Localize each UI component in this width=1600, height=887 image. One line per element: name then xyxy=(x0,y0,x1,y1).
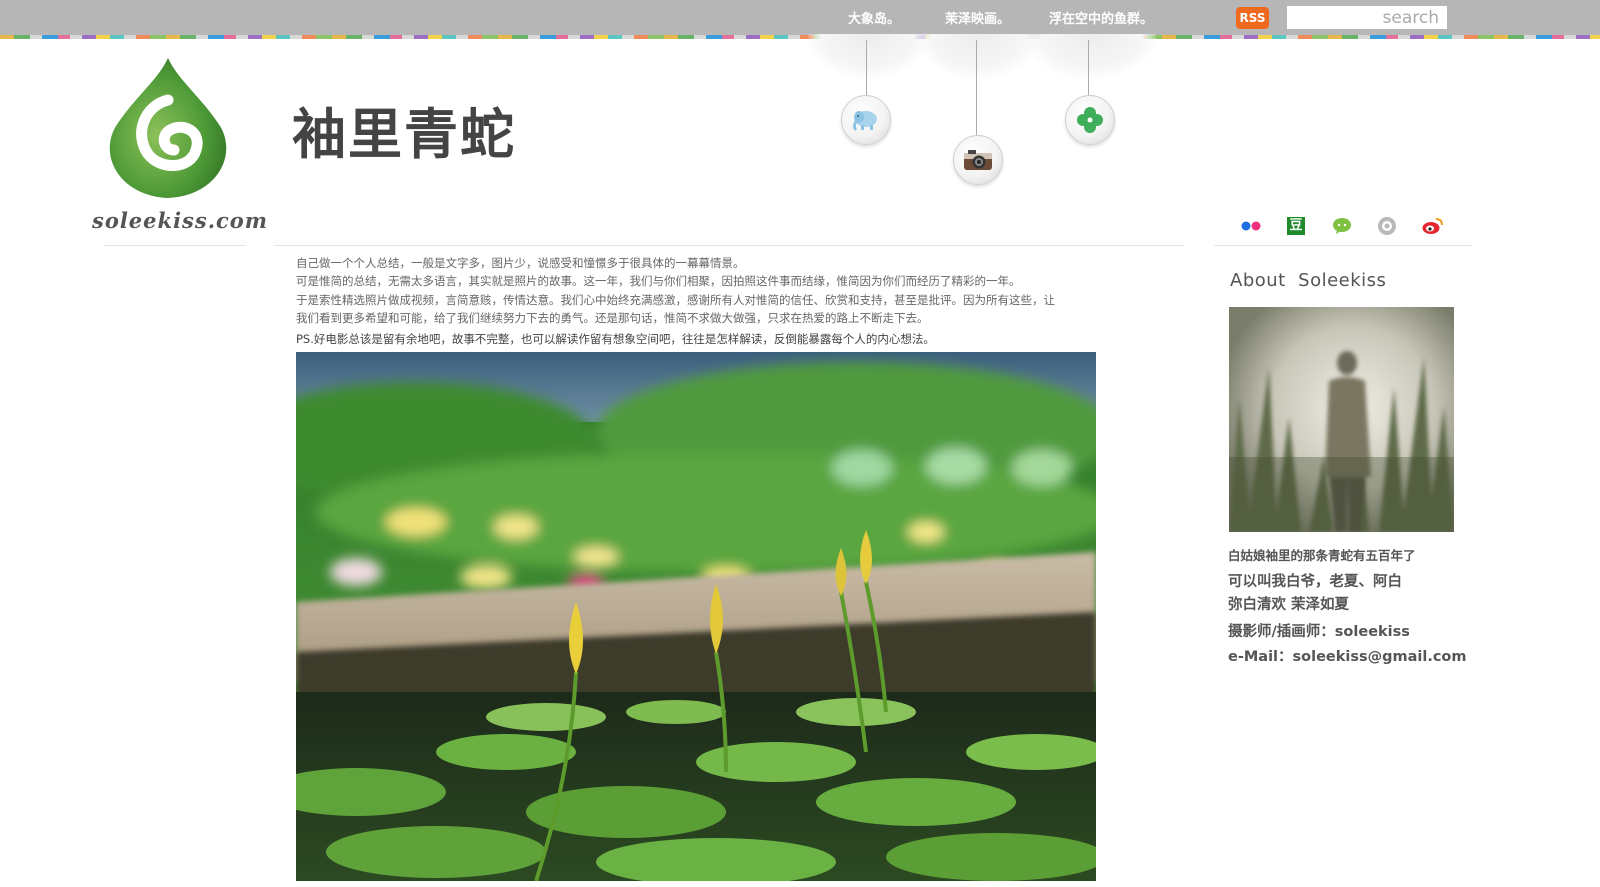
elephant-icon[interactable] xyxy=(841,95,891,145)
search-input[interactable] xyxy=(1287,6,1447,29)
nav-link-moze-film[interactable]: 茉泽映画。 xyxy=(945,0,1010,36)
divider xyxy=(1214,245,1472,246)
camera-icon[interactable] xyxy=(953,135,1003,185)
hanging-string xyxy=(1088,40,1089,96)
about-line-nicknames: 可以叫我白爷，老夏、阿白 xyxy=(1228,574,1402,590)
article-line: 我们看到更多希望和可能，给了我们继续努力下去的勇气。还是那句话，惟简不求做大做强… xyxy=(296,311,929,326)
article-text: 自己做一个个人总结，一般是文字多，图片少，说感受和憧憬多于很具体的一幕幕情景。 … xyxy=(296,254,1096,348)
article-ps: PS.好电影总该是留有余地吧，故事不完整，也可以解读作留有想象空间吧，往往是怎样… xyxy=(296,331,935,346)
rss-button[interactable]: RSS xyxy=(1236,7,1269,29)
chat-icon[interactable] xyxy=(1330,214,1354,238)
about-line-bio: 白姑娘袖里的那条青蛇有五百年了 xyxy=(1228,548,1416,563)
cloud-decoration xyxy=(808,34,928,78)
hanging-string xyxy=(976,40,977,136)
douban-icon[interactable]: 豆 xyxy=(1284,214,1308,238)
divider xyxy=(104,245,246,246)
article-line: 于是索性精选照片做成视频，言简意赅，传情达意。我们心中始终充满感激，感谢所有人对… xyxy=(296,292,1055,307)
clover-icon[interactable] xyxy=(1065,95,1115,145)
flickr-icon[interactable] xyxy=(1239,214,1263,238)
about-title: About Soleekiss xyxy=(1230,270,1387,291)
article-line: 自己做一个个人总结，一般是文字多，图片少，说感受和憧憬多于很具体的一幕幕情景。 xyxy=(296,256,745,270)
lotus-pond-photo[interactable] xyxy=(296,352,1096,881)
divider xyxy=(274,245,1184,246)
about-line-motto: 弥白清欢 茉泽如夏 xyxy=(1228,597,1350,613)
nav-link-elephant-island[interactable]: 大象岛。 xyxy=(848,0,900,36)
hanging-string xyxy=(866,40,867,96)
logo-url[interactable]: soleekiss.com xyxy=(92,208,267,233)
about-line-role: 摄影师/插画师：soleekiss xyxy=(1228,624,1410,640)
cloud-decoration xyxy=(1026,34,1156,78)
douban-glyph: 豆 xyxy=(1287,217,1305,235)
site-title: 袖里青蛇 xyxy=(292,103,516,166)
nav-link-floating-fish[interactable]: 浮在空中的鱼群。 xyxy=(1049,0,1153,36)
cloud-decoration xyxy=(918,34,1038,78)
weibo-icon[interactable] xyxy=(1421,214,1445,238)
profile-photo[interactable] xyxy=(1229,307,1454,532)
logo-drop-icon[interactable] xyxy=(104,56,232,200)
about-line-email[interactable]: e-Mail：soleekiss@gmail.com xyxy=(1228,645,1467,666)
article-line: 可是惟简的总结，无需太多语言，其实就是照片的故事。这一年，我们与你们相聚，因拍照… xyxy=(296,274,1021,289)
color-strip xyxy=(0,35,1600,39)
record-icon[interactable] xyxy=(1375,214,1399,238)
